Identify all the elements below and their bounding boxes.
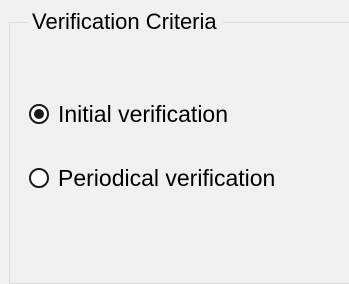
initial-verification-radio[interactable]: Initial verification bbox=[29, 100, 228, 128]
verification-criteria-group bbox=[9, 22, 349, 284]
periodical-verification-label[interactable]: Periodical verification bbox=[58, 164, 275, 192]
periodical-verification-radio[interactable]: Periodical verification bbox=[29, 164, 275, 192]
radio-selected-icon[interactable] bbox=[29, 104, 49, 124]
radio-unselected-icon[interactable] bbox=[29, 168, 49, 188]
group-title: Verification Criteria bbox=[28, 9, 223, 35]
initial-verification-label[interactable]: Initial verification bbox=[58, 100, 228, 128]
radio-dot-icon bbox=[34, 109, 44, 119]
